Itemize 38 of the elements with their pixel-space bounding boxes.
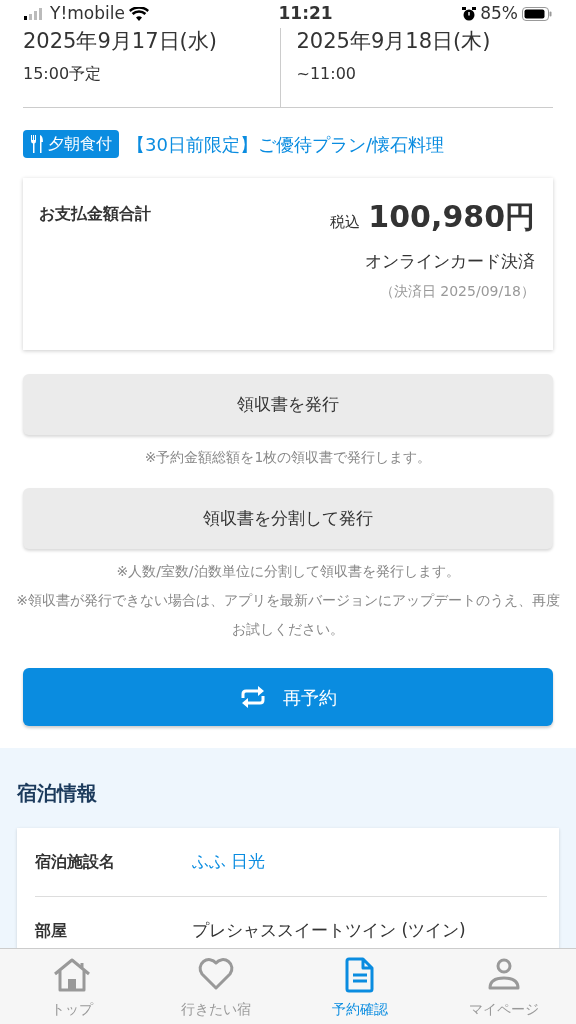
- note-text: ※領収書が発行できない場合は、アプリを最新バージョンにアップデートのうえ、再度お試しください。: [15, 591, 561, 639]
- section-title: 宿泊情報: [17, 780, 98, 807]
- person-icon: [487, 957, 521, 991]
- receipt-button[interactable]: 領収書を発行: [23, 374, 553, 435]
- note-text: ※人数/室数/泊数単位に分割して領収書を発行します。: [115, 562, 461, 581]
- tab-item[interactable]: 行きたい宿: [144, 949, 288, 1024]
- repeat-icon: [239, 685, 267, 709]
- payment-date: （決済日 2025/09/18）: [378, 281, 535, 301]
- battery-icon: [522, 7, 552, 21]
- tab-item[interactable]: 予約確認: [288, 949, 432, 1024]
- meal-badge: 夕朝食付: [23, 130, 119, 158]
- carrier-name: Y!mobile: [50, 2, 125, 26]
- payment-method: オンラインカード決済: [364, 250, 535, 273]
- heart-icon: [197, 957, 235, 991]
- row-value: プレシャススイートツイン (ツイン): [192, 918, 466, 942]
- split-receipt-button[interactable]: 領収書を分割して発行: [23, 488, 553, 549]
- tax-label: 税込: [330, 212, 361, 233]
- date-text: 2025年9月17日(水): [23, 28, 218, 54]
- rebook-button[interactable]: 再予約: [23, 668, 553, 726]
- cutlery-icon: [30, 135, 44, 153]
- note-text: ※予約金額総額を1枚の領収書で発行します。: [143, 448, 433, 467]
- home-icon: [51, 957, 93, 993]
- time-text: 15:00予定: [23, 63, 103, 85]
- wifi-icon: [128, 7, 149, 21]
- alarm-icon: [462, 7, 477, 21]
- battery-percent: 85%: [480, 2, 518, 26]
- status-time: 11:21: [278, 2, 333, 26]
- row-label: 部屋: [35, 919, 68, 942]
- date-text: 2025年9月18日(木): [296, 28, 492, 54]
- row-label: 宿泊施設名: [35, 851, 116, 873]
- time-text: ~11:00: [296, 63, 357, 85]
- plan-link[interactable]: 【30日前限定】ご優待プラン/懐石料理: [127, 130, 444, 158]
- document-icon: [345, 957, 375, 993]
- total-amount: 100,980円: [368, 198, 535, 236]
- tab-item[interactable]: マイページ: [432, 949, 576, 1024]
- payment-label: お支払金額合計: [39, 203, 151, 225]
- tab-item[interactable]: トップ: [0, 949, 144, 1024]
- hotel-link[interactable]: ふふ 日光: [192, 849, 266, 875]
